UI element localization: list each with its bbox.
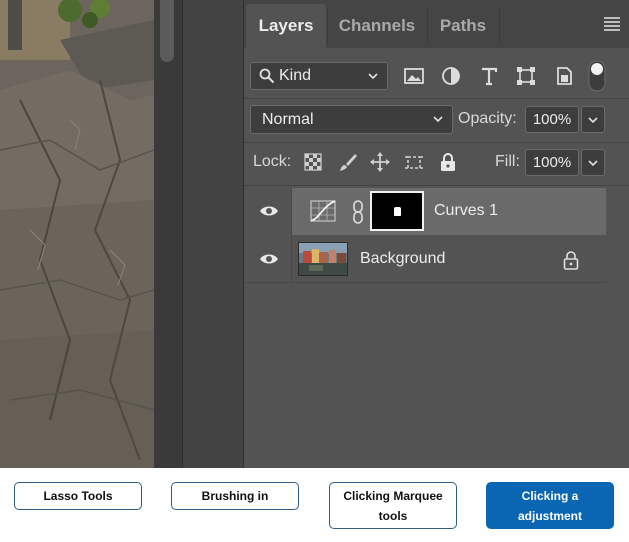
opacity-dropdown-button[interactable] <box>581 106 605 133</box>
layer-mask-thumbnail[interactable] <box>370 191 424 231</box>
mask-white-area <box>394 207 401 216</box>
divider <box>244 98 629 99</box>
search-icon <box>259 68 275 84</box>
thumbnail-image <box>299 243 347 275</box>
shape-filter-icon[interactable] <box>514 64 538 88</box>
tab-divider <box>499 8 500 44</box>
tab-channels[interactable]: Channels <box>328 4 426 48</box>
chevron-down-icon <box>588 117 598 124</box>
type-filter-icon[interactable] <box>477 64 501 88</box>
adjustment-filter-icon[interactable] <box>439 64 463 88</box>
layer-row-background[interactable]: Background <box>244 236 606 283</box>
chevron-down-icon <box>588 160 598 167</box>
layers-panel: Layers Channels Paths Kind Normal Opacit… <box>244 0 629 468</box>
opacity-label: Opacity: <box>458 110 517 127</box>
option-lasso-tools-button[interactable]: Lasso Tools <box>14 482 142 510</box>
lock-all-icon[interactable] <box>437 151 459 173</box>
canvas-scrollbar-thumb[interactable] <box>160 0 174 62</box>
canvas-scrollbar-track[interactable] <box>154 0 182 468</box>
panel-dock-strip <box>182 0 244 468</box>
divider <box>244 185 629 186</box>
mask-link-chain-icon[interactable] <box>352 200 364 224</box>
layer-name-curves[interactable]: Curves 1 <box>434 202 498 220</box>
filter-toggle-icon[interactable] <box>588 60 606 92</box>
lock-artboard-icon[interactable] <box>403 151 425 173</box>
hamburger-menu-icon[interactable] <box>604 17 620 31</box>
layer-name-background[interactable]: Background <box>360 250 445 268</box>
fill-label: Fill: <box>495 153 520 170</box>
smart-object-filter-icon[interactable] <box>552 64 576 88</box>
panel-tab-bar: Layers Channels Paths <box>244 0 629 48</box>
image-filter-icon[interactable] <box>402 64 426 88</box>
layer-lock-icon[interactable] <box>562 250 580 270</box>
curves-adjustment-icon[interactable] <box>310 200 336 222</box>
option-clicking-marquee-tools-button[interactable]: Clicking Marquee tools <box>329 482 457 529</box>
lock-transparent-pixels-icon[interactable] <box>302 151 324 173</box>
eye-visibility-icon[interactable] <box>259 204 279 218</box>
filter-kind-label: Kind <box>279 67 312 84</box>
lock-label: Lock: <box>253 153 292 170</box>
tab-paths[interactable]: Paths <box>428 4 498 48</box>
layer-row-curves[interactable]: Curves 1 <box>244 188 606 235</box>
lock-image-pixels-icon[interactable] <box>337 151 359 173</box>
screen: Layers Channels Paths Kind Normal Opacit… <box>0 0 629 542</box>
tab-layers[interactable]: Layers <box>246 4 326 48</box>
document-canvas[interactable] <box>0 0 154 468</box>
rock-photo-image <box>0 0 154 468</box>
eye-visibility-icon[interactable] <box>259 252 279 266</box>
option-clicking-adjustment-button[interactable]: Clicking a adjustment <box>486 482 614 529</box>
lock-position-icon[interactable] <box>369 151 391 173</box>
divider <box>244 142 629 143</box>
chevron-down-icon <box>433 116 443 123</box>
filter-kind-select[interactable]: Kind <box>250 62 388 90</box>
fill-input[interactable]: 100% <box>525 149 579 176</box>
option-brushing-in-button[interactable]: Brushing in <box>171 482 299 510</box>
blend-mode-value: Normal <box>262 111 314 128</box>
blend-mode-select[interactable]: Normal <box>250 105 453 134</box>
chevron-down-icon <box>368 73 378 80</box>
opacity-input[interactable]: 100% <box>525 106 579 133</box>
background-layer-thumbnail[interactable] <box>298 242 348 276</box>
fill-dropdown-button[interactable] <box>581 149 605 176</box>
